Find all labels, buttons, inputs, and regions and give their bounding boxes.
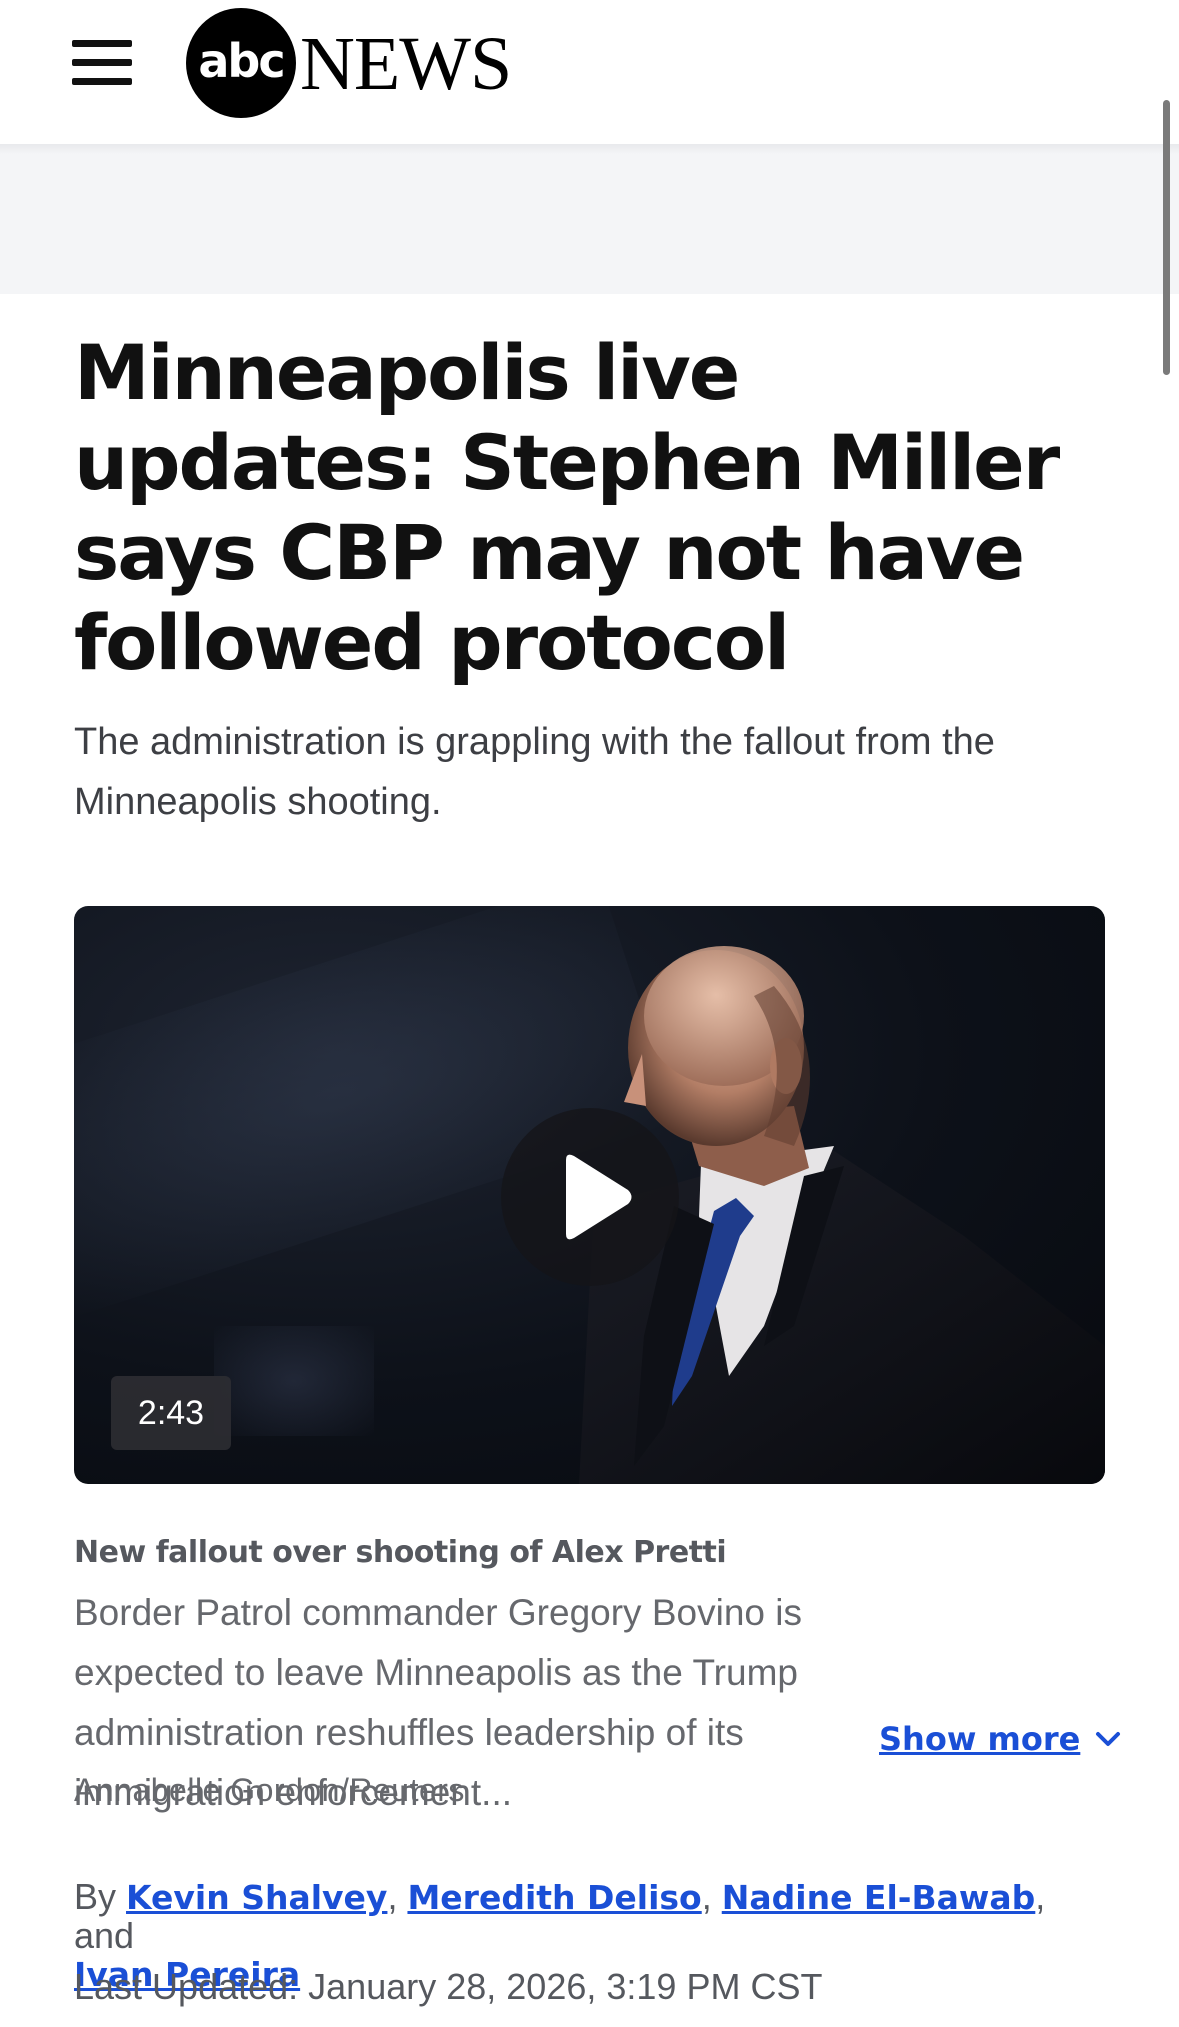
abc-logo-circle: abc — [186, 8, 296, 118]
photo-credit: Annabelle Gordon/Reuters — [74, 1772, 465, 1808]
chevron-down-icon — [1096, 1732, 1121, 1746]
byline-prefix: By — [74, 1876, 127, 1917]
author-link[interactable]: Kevin Shalvey — [126, 1878, 387, 1917]
show-more-button[interactable]: Show more — [879, 1713, 1122, 1765]
byline-separator: , — [701, 1876, 722, 1917]
byline-separator: , — [387, 1876, 408, 1917]
last-updated-timestamp: Last Updated: January 28, 2026, 3:19 PM … — [74, 1966, 823, 2007]
abc-news-logo[interactable]: abc NEWS — [186, 8, 526, 118]
author-link[interactable]: Nadine El-Bawab — [722, 1878, 1036, 1917]
caption-title: New fallout over shooting of Alex Pretti — [74, 1535, 727, 1570]
logo-news-text: NEWS — [300, 22, 512, 106]
play-button[interactable] — [501, 1108, 679, 1286]
video-player[interactable]: 2:43 — [74, 906, 1105, 1484]
logo-abc-text: abc — [198, 34, 285, 88]
scrollbar[interactable] — [1163, 100, 1170, 375]
ad-placeholder — [0, 144, 1179, 294]
author-link[interactable]: Meredith Deliso — [407, 1878, 701, 1917]
article-headline: Minneapolis live updates: Stephen Miller… — [74, 328, 1060, 687]
article-subheadline: The administration is grappling with the… — [74, 721, 995, 823]
show-more-label: Show more — [879, 1720, 1081, 1758]
site-header: abc NEWS — [0, 0, 1179, 144]
video-duration-badge: 2:43 — [111, 1376, 231, 1450]
play-icon — [566, 1154, 632, 1240]
menu-icon[interactable] — [72, 40, 132, 86]
